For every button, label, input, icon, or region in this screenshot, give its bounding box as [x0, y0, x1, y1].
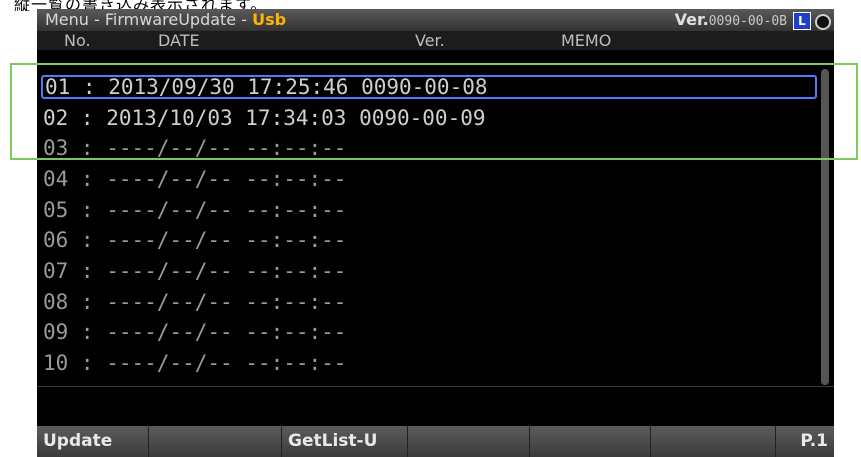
column-no: No.: [64, 31, 91, 50]
version-label: Ver.: [674, 10, 709, 29]
column-date: DATE: [158, 31, 200, 50]
list-row-08[interactable]: 08 : ----/--/-- --:--:--: [43, 290, 808, 314]
menu-title: Menu - FirmwareUpdate - Usb: [45, 9, 286, 31]
record-dot-icon: [815, 14, 831, 30]
version-value: 0090-00-0B: [708, 14, 787, 29]
update-button[interactable]: Update: [37, 426, 149, 457]
softkey-2[interactable]: [149, 426, 282, 457]
list-row-07[interactable]: 07 : ----/--/-- --:--:--: [43, 259, 808, 283]
list-row-09[interactable]: 09 : ----/--/-- --:--:--: [43, 320, 808, 344]
list-row-10[interactable]: 10 : ----/--/-- --:--:--: [43, 351, 808, 375]
title-bar: Menu - FirmwareUpdate - Usb Ver.0090-00-…: [37, 9, 834, 31]
mode-label: Usb: [252, 10, 287, 29]
list-row-06[interactable]: 06 : ----/--/-- --:--:--: [43, 228, 808, 252]
column-ver: Ver.: [415, 31, 445, 50]
highlight-annotation: [10, 63, 858, 160]
softkey-5[interactable]: [530, 426, 651, 457]
list-row-04[interactable]: 04 : ----/--/-- --:--:--: [43, 167, 808, 191]
page-indicator: P.1: [800, 431, 828, 451]
list-row-05[interactable]: 05 : ----/--/-- --:--:--: [43, 198, 808, 222]
version-area: Ver.0090-00-0B L: [675, 9, 834, 31]
column-header: No. DATE Ver. MEMO: [37, 31, 834, 50]
getlist-u-button[interactable]: GetList-U: [282, 426, 408, 457]
divider: [37, 386, 834, 387]
softkey-6[interactable]: [651, 426, 776, 457]
menu-path: Menu - FirmwareUpdate -: [45, 10, 253, 29]
softkey-4[interactable]: [408, 426, 530, 457]
column-memo: MEMO: [561, 31, 612, 50]
softkey-bar: Update GetList-U P.1: [37, 426, 834, 457]
local-badge: L: [793, 12, 811, 30]
